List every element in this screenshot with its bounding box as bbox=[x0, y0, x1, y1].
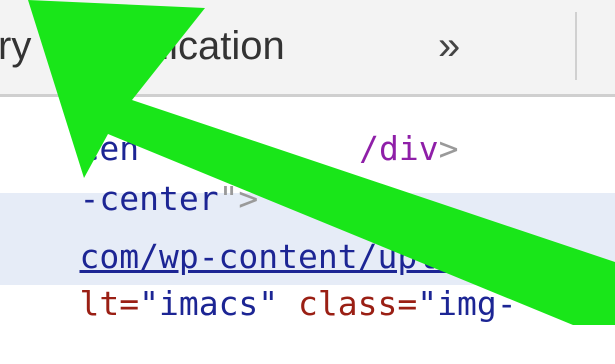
tab-application[interactable]: plication bbox=[138, 22, 285, 70]
alt-value: "imacs" bbox=[139, 284, 279, 323]
class-value: "img- bbox=[417, 284, 517, 323]
closing-tag: /div bbox=[359, 129, 439, 168]
devtools-tab-bar: ry plication » bbox=[0, 0, 615, 97]
code-line[interactable]: lt="imacs" class="img- bbox=[0, 244, 517, 364]
toolbar-divider bbox=[575, 12, 577, 80]
alt-attribute: lt= bbox=[79, 284, 140, 323]
tag-bracket: > bbox=[438, 129, 459, 168]
class-attribute: class= bbox=[298, 284, 418, 323]
elements-code-panel: cen/div> -center"> com/wp-content/upload… bbox=[0, 97, 615, 325]
tab-memory[interactable]: ry bbox=[0, 22, 31, 70]
more-tabs-chevron-icon[interactable]: » bbox=[438, 22, 460, 70]
